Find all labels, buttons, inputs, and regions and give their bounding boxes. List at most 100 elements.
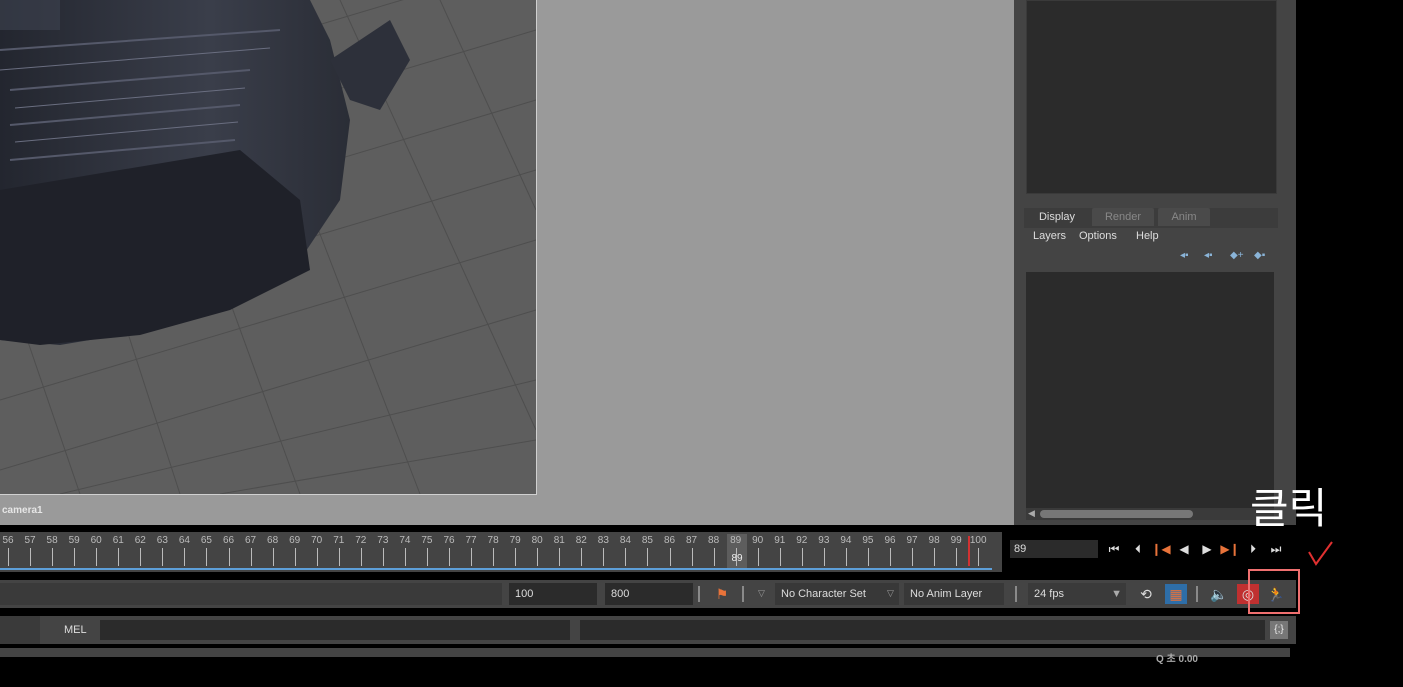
frame-number: 92: [796, 535, 808, 546]
frame-number: 90: [752, 535, 764, 546]
go-to-start-icon[interactable]: ⏮: [1104, 541, 1124, 557]
frame-number: 59: [68, 535, 80, 546]
frame-tick: [228, 548, 230, 566]
frame-number: 85: [641, 535, 653, 546]
frame-tick: [471, 548, 473, 566]
frame-tick: [404, 548, 406, 566]
frame-number: 81: [553, 535, 565, 546]
annotation-label: 클릭: [1250, 484, 1328, 533]
frame-tick: [30, 548, 32, 566]
range-slider-track[interactable]: [0, 583, 502, 605]
layer-editor-tabs: Display Render Anim: [1024, 208, 1278, 228]
camera-label: camera1: [2, 505, 43, 516]
go-to-end-icon[interactable]: ⏭: [1266, 541, 1286, 557]
play-forwards-icon[interactable]: ▶: [1197, 541, 1217, 557]
frame-tick: [382, 548, 384, 566]
frame-number: 56: [2, 535, 14, 546]
loop-icon[interactable]: ⟲: [1135, 584, 1157, 604]
frame-number: 65: [200, 535, 212, 546]
step-forward-icon[interactable]: ⏵: [1243, 541, 1263, 557]
frame-tick: [713, 548, 715, 566]
command-input[interactable]: [100, 620, 570, 640]
frame-number: 98: [928, 535, 940, 546]
frame-tick: [625, 548, 627, 566]
time-slider[interactable]: [0, 532, 1002, 572]
perspective-view[interactable]: [0, 0, 537, 495]
fps-dropdown[interactable]: 24 fps ▼: [1028, 583, 1126, 605]
cache-playback-icon[interactable]: ▦: [1165, 584, 1187, 604]
frame-tick: [934, 548, 936, 566]
frame-number: 76: [443, 535, 455, 546]
menu-help[interactable]: Help: [1136, 230, 1159, 242]
play-backwards-icon[interactable]: ◀: [1174, 541, 1194, 557]
frame-number: 94: [840, 535, 852, 546]
separator: [1196, 586, 1198, 602]
frame-number: 58: [46, 535, 58, 546]
tab-display[interactable]: Display: [1028, 208, 1086, 226]
scene-render: [0, 0, 536, 494]
frame-number: 64: [178, 535, 190, 546]
frame-tick: [801, 548, 803, 566]
auto-key-icon[interactable]: ⚑: [711, 584, 733, 604]
frame-number: 70: [311, 535, 323, 546]
frame-number: 91: [774, 535, 786, 546]
frame-tick: [250, 548, 252, 566]
frame-number: 93: [818, 535, 830, 546]
frame-number: 78: [487, 535, 499, 546]
layer-editor-menu: Layers Options Help ◂▪ ◂▪ ◆+ ◆▪: [1024, 228, 1278, 272]
new-layer-icon[interactable]: ◆+: [1230, 251, 1244, 261]
frame-number: 74: [399, 535, 411, 546]
frame-tick: [559, 548, 561, 566]
frame-tick: [272, 548, 274, 566]
frame-tick: [912, 548, 914, 566]
frame-tick: [294, 548, 296, 566]
frame-tick: [140, 548, 142, 566]
frame-tick: [537, 548, 539, 566]
viewport-panel[interactable]: [0, 0, 1014, 525]
character-set-dropdown[interactable]: No Character Set: [775, 583, 899, 605]
click-highlight-box: [1248, 569, 1300, 614]
menu-layers[interactable]: Layers: [1033, 230, 1066, 242]
anim-layer-dropdown[interactable]: No Anim Layer: [904, 583, 1004, 605]
scrollbar-thumb[interactable]: [1040, 510, 1193, 518]
move-layer-down-icon[interactable]: ◂▪: [1204, 251, 1218, 261]
chevron-down-icon[interactable]: ▽: [887, 588, 894, 599]
sound-icon[interactable]: 🔈: [1208, 584, 1230, 604]
animation-end-field[interactable]: 800: [605, 583, 693, 605]
end-time-field[interactable]: 100: [509, 583, 597, 605]
new-layer-from-selection-icon[interactable]: ◆▪: [1254, 251, 1268, 261]
step-back-key-icon[interactable]: ❙◀: [1151, 541, 1171, 557]
scroll-left-arrow-icon[interactable]: ◀: [1028, 508, 1035, 519]
frame-number: 73: [377, 535, 389, 546]
move-layer-up-icon[interactable]: ◂▪: [1180, 251, 1194, 261]
frame-number: 71: [333, 535, 345, 546]
chevron-down-icon: ▼: [1111, 588, 1122, 600]
frame-number: 67: [244, 535, 257, 546]
help-line-text: Q 초 0.00: [1156, 654, 1198, 665]
tab-anim[interactable]: Anim: [1158, 208, 1210, 226]
frame-number: 89: [730, 535, 742, 546]
frame-tick: [338, 548, 340, 566]
frame-tick: [316, 548, 318, 566]
frame-number: 80: [531, 535, 543, 546]
frame-tick: [206, 548, 208, 566]
step-back-icon[interactable]: ⏴: [1128, 541, 1148, 557]
current-frame-field[interactable]: 89: [1010, 540, 1098, 558]
step-forward-key-icon[interactable]: ▶❙: [1220, 541, 1240, 557]
frame-tick: [956, 548, 958, 566]
frame-number: 60: [90, 535, 102, 546]
separator: [742, 586, 744, 602]
frame-tick: [162, 548, 164, 566]
menu-options[interactable]: Options: [1079, 230, 1117, 242]
frame-tick: [845, 548, 847, 566]
layer-list[interactable]: [1026, 272, 1274, 508]
frame-tick: [426, 548, 428, 566]
script-editor-icon[interactable]: {;}: [1270, 621, 1288, 639]
frame-number: 57: [24, 535, 36, 546]
chevron-down-icon[interactable]: ▽: [758, 588, 765, 599]
frame-number: 75: [421, 535, 433, 546]
tab-render[interactable]: Render: [1092, 208, 1154, 226]
frame-tick: [867, 548, 869, 566]
channel-box-area[interactable]: [1026, 0, 1277, 194]
script-language-label[interactable]: MEL: [64, 624, 87, 636]
